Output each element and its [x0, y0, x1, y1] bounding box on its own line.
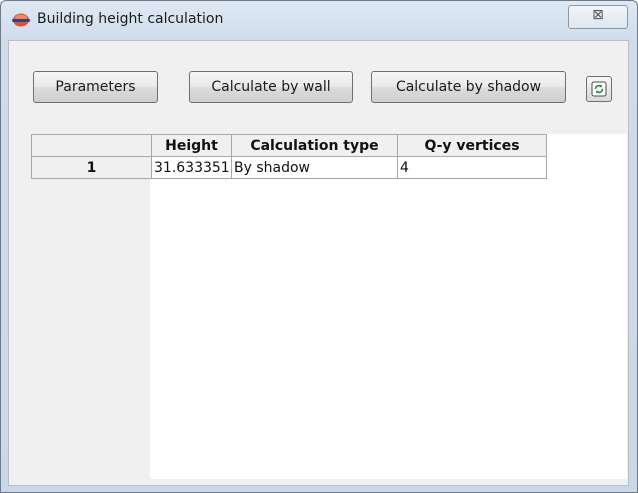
close-button[interactable]: ⊠ [568, 5, 628, 29]
calculate-by-wall-button[interactable]: Calculate by wall [189, 71, 353, 103]
refresh-icon [591, 81, 607, 97]
results-grid: Height Calculation type Q-y vertices 1 3… [31, 134, 627, 479]
window-title: Building height calculation [37, 11, 224, 27]
building-height-window: Building height calculation ⊠ Parameters… [0, 0, 638, 493]
corner-header [31, 134, 152, 157]
dialog-body: Parameters Calculate by wall Calculate b… [8, 40, 629, 486]
row-index[interactable]: 1 [31, 156, 152, 179]
close-icon: ⊠ [592, 7, 604, 23]
parameters-button[interactable]: Parameters [33, 71, 158, 103]
results-table: Height Calculation type Q-y vertices 1 3… [31, 134, 547, 179]
cell-vertices[interactable]: 4 [397, 156, 547, 179]
cell-height[interactable]: 31.633351 [151, 156, 232, 179]
column-header-height[interactable]: Height [151, 134, 232, 157]
table-row[interactable]: 1 31.633351 By shadow 4 [31, 156, 547, 179]
calculate-by-shadow-button[interactable]: Calculate by shadow [371, 71, 566, 103]
table-header-row: Height Calculation type Q-y vertices [31, 134, 547, 157]
title-bar[interactable]: Building height calculation ⊠ [1, 1, 637, 37]
column-header-calculation-type[interactable]: Calculation type [231, 134, 398, 157]
refresh-button[interactable] [586, 76, 612, 102]
column-header-vertices[interactable]: Q-y vertices [397, 134, 547, 157]
app-sphere-icon [11, 12, 30, 27]
grid-empty-area [150, 134, 627, 479]
cell-calculation-type[interactable]: By shadow [231, 156, 398, 179]
